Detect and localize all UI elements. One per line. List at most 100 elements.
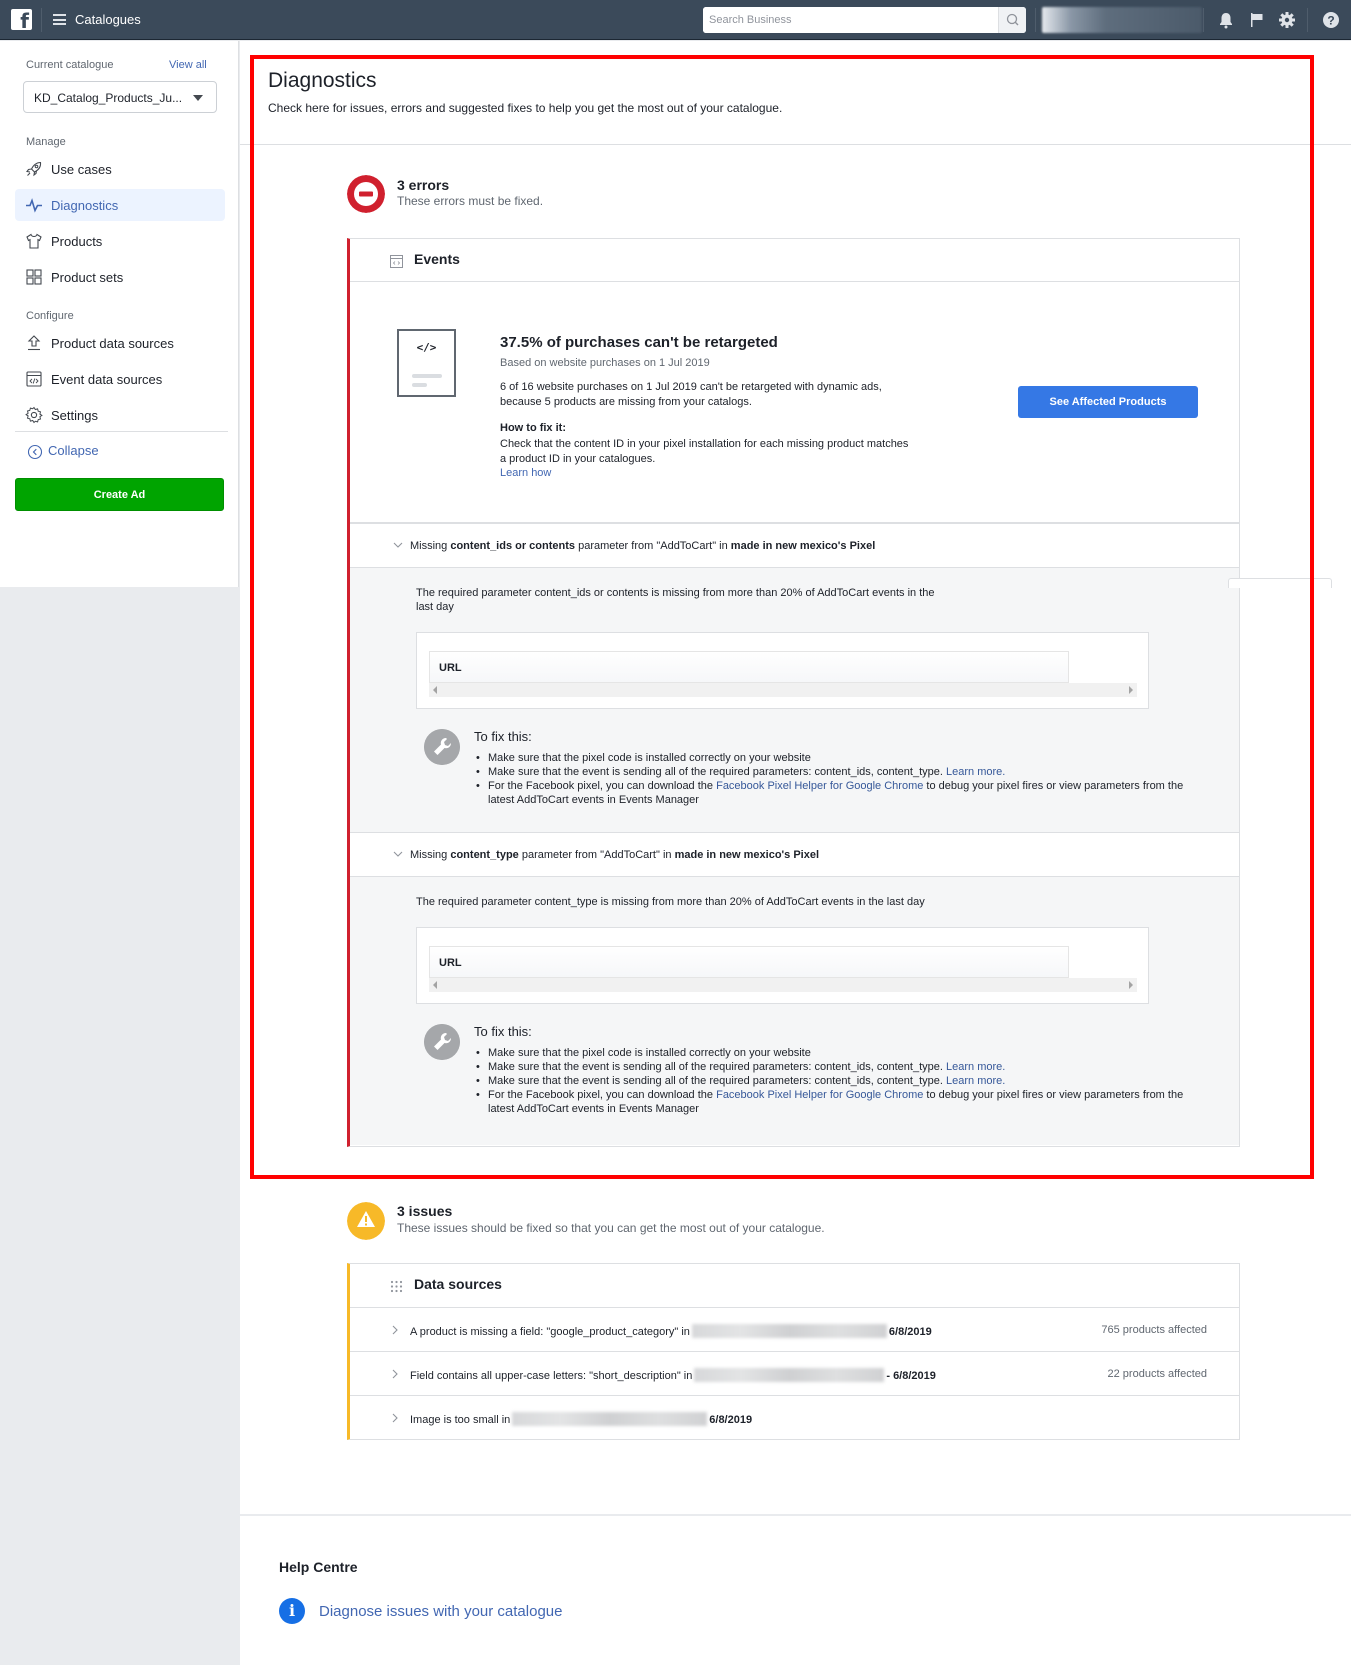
pixel-helper-link[interactable]: Facebook Pixel Helper for Google Chrome (716, 780, 923, 792)
column-header-url: URL (439, 957, 462, 969)
data-source-issue-row[interactable]: Image is too small in 6/8/2019 (350, 1395, 1239, 1439)
horizontal-scrollbar[interactable] (429, 683, 1137, 697)
issue-row[interactable]: Missing content_ids or contents paramete… (350, 524, 1239, 568)
learn-more-link[interactable]: Learn more. (946, 766, 1005, 778)
sidebar-item-label: Event data sources (51, 372, 163, 387)
shirt-icon (26, 233, 42, 249)
search-business (703, 7, 1026, 33)
chevron-right-icon[interactable] (390, 1368, 400, 1380)
flag-icon[interactable] (1247, 10, 1267, 30)
sidebar-item-settings[interactable]: Settings (15, 399, 225, 431)
issue-row[interactable]: Missing content_type parameter from "Add… (350, 833, 1239, 877)
fix-heading: To fix this: (474, 729, 532, 744)
sidebar-item-product-sets[interactable]: Product sets (15, 261, 225, 293)
errors-count: 3 errors (397, 177, 450, 193)
search-input[interactable] (703, 7, 993, 33)
issue-description: The required parameter content_ids or co… (416, 587, 935, 613)
see-affected-products-button[interactable]: See Affected Products (1018, 386, 1198, 418)
code-window-icon (390, 255, 403, 268)
grid-icon (26, 269, 42, 285)
fix-item: Make sure that the event is sending all … (474, 1060, 1194, 1074)
divider (1035, 8, 1036, 32)
card-title: Data sources (414, 1276, 502, 1292)
chevron-down-icon[interactable] (392, 848, 404, 860)
how-to-fix-body: Check that the content ID in your pixel … (500, 438, 909, 465)
search-button[interactable] (998, 7, 1026, 33)
errors-subtitle: These errors must be fixed. (397, 194, 544, 208)
account-switcher[interactable] (1042, 7, 1202, 33)
issues-count: 3 issues (397, 1203, 453, 1219)
page-header: Diagnostics Check here for issues, error… (240, 41, 1351, 145)
issue-text: Field contains all upper-case letters: "… (410, 1368, 936, 1382)
fix-item: Make sure that the pixel code is install… (474, 751, 1194, 765)
sidebar-item-product-data-sources[interactable]: Product data sources (15, 327, 225, 359)
sidebar-item-event-data-sources[interactable]: Event data sources (15, 363, 225, 395)
sidebar-item-products[interactable]: Products (15, 225, 225, 257)
menu-icon[interactable] (53, 14, 66, 25)
chevron-right-icon[interactable] (390, 1324, 400, 1336)
gear-icon[interactable] (1277, 10, 1297, 30)
upload-icon (27, 335, 41, 351)
collapse-label: Collapse (48, 443, 99, 458)
how-to-fix-heading: How to fix it: (500, 422, 566, 434)
scroll-left-icon[interactable] (433, 686, 437, 694)
horizontal-scrollbar[interactable] (429, 978, 1137, 992)
issues-subtitle: These issues should be fixed so that you… (397, 1221, 825, 1235)
app-title[interactable]: Catalogues (75, 12, 141, 27)
info-icon: i (279, 1598, 305, 1624)
learn-more-link[interactable]: Learn more. (946, 1061, 1005, 1073)
help-link-label: Diagnose issues with your catalogue (319, 1603, 563, 1620)
scroll-right-icon[interactable] (1129, 686, 1133, 694)
pixel-helper-link[interactable]: Facebook Pixel Helper for Google Chrome (716, 1089, 923, 1101)
scroll-left-icon[interactable] (433, 981, 437, 989)
fix-item: For the Facebook pixel, you can download… (474, 779, 1194, 807)
code-window-icon (26, 371, 42, 387)
redacted-source (512, 1412, 708, 1426)
purchase-insight: </> 37.5% of purchases can't be retarget… (350, 282, 1239, 524)
configure-section-label: Configure (26, 310, 74, 322)
fix-item: For the Facebook pixel, you can download… (474, 1088, 1194, 1116)
redacted-source (691, 1324, 887, 1338)
scroll-right-icon[interactable] (1129, 981, 1133, 989)
sidebar-item-label: Products (51, 234, 103, 249)
bell-icon[interactable] (1216, 10, 1236, 30)
fix-item: Make sure that the event is sending all … (474, 1074, 1194, 1088)
sidebar-item-use-cases[interactable]: Use cases (15, 153, 225, 185)
help-icon[interactable]: ? (1321, 10, 1341, 30)
data-source-issue-row[interactable]: Field contains all upper-case letters: "… (350, 1351, 1239, 1395)
create-ad-button[interactable]: Create Ad (15, 478, 224, 511)
side-panel-tab (1228, 578, 1332, 588)
wrench-icon (424, 729, 460, 765)
issue-details: The required parameter content_ids or co… (350, 568, 1239, 833)
chevron-left-circle-icon (27, 444, 43, 460)
wrench-icon (424, 1024, 460, 1060)
issue-title: Missing content_type parameter from "Add… (410, 849, 820, 861)
insight-title: 37.5% of purchases can't be retargeted (500, 334, 778, 351)
chevron-down-icon[interactable] (392, 539, 404, 551)
learn-more-link[interactable]: Learn more. (946, 1075, 1005, 1087)
page-title: Diagnostics (268, 69, 377, 92)
insight-body: 6 of 16 website purchases on 1 Jul 2019 … (500, 381, 882, 408)
issue-details: The required parameter content_type is m… (350, 877, 1239, 1145)
learn-how-link[interactable]: Learn how (500, 467, 551, 479)
search-icon (1006, 13, 1019, 26)
issue-description: The required parameter content_type is m… (416, 896, 925, 908)
chevron-right-icon[interactable] (390, 1412, 400, 1424)
facebook-logo-icon[interactable]: f (11, 9, 32, 30)
gear-icon (25, 406, 43, 424)
redacted-source (694, 1368, 885, 1382)
affected-count: 765 products affected (1101, 1324, 1207, 1336)
current-catalogue-label: Current catalogue (26, 59, 114, 71)
sidebar-item-label: Use cases (51, 162, 112, 177)
divider (1203, 8, 1204, 32)
fix-list: Make sure that the pixel code is install… (474, 1046, 1194, 1116)
main-content: Diagnostics Check here for issues, error… (240, 41, 1351, 1665)
issue-text: A product is missing a field: "google_pr… (410, 1324, 932, 1338)
view-all-link[interactable]: View all (169, 59, 207, 71)
catalogue-dropdown[interactable]: KD_Catalog_Products_Ju... (23, 81, 217, 113)
sidebar-item-diagnostics[interactable]: Diagnostics (15, 189, 225, 221)
warning-icon (347, 1202, 385, 1240)
dots-grid-icon (390, 1280, 403, 1293)
data-source-issue-row[interactable]: A product is missing a field: "google_pr… (350, 1307, 1239, 1351)
events-error-card: Events </> 37.5% of purchases can't be r… (347, 238, 1240, 1147)
